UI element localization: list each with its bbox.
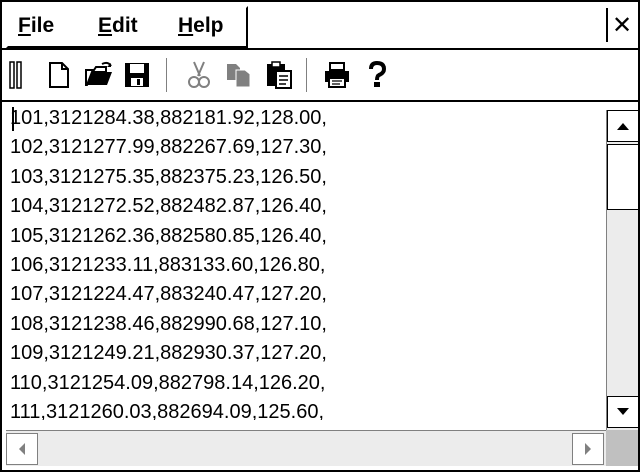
new-document-icon[interactable] (44, 60, 74, 90)
open-folder-icon[interactable] (84, 60, 114, 90)
text-editor[interactable]: 101,3121284.38,882181.92,128.00, 102,312… (6, 104, 604, 420)
text-line: 107,3121224.47,883240.47,127.20, (10, 283, 327, 306)
text-line: 102,3121277.99,882267.69,127.30, (10, 136, 327, 159)
vertical-scrollbar[interactable] (606, 110, 639, 430)
scroll-left-button[interactable] (6, 433, 38, 465)
text-line: 108,3121238.46,882990.68,127.10, (10, 312, 327, 335)
close-icon: ✕ (611, 11, 633, 39)
menu-edit[interactable]: Edit (98, 14, 138, 38)
text-line: 101,3121284.38,882181.92,128.00, (10, 107, 327, 129)
scroll-up-button[interactable] (607, 110, 639, 142)
print-icon[interactable] (322, 60, 352, 90)
cut-icon[interactable] (184, 60, 214, 90)
menu-file[interactable]: File (18, 14, 54, 38)
grip-handle-icon[interactable] (8, 60, 24, 90)
text-line: 103,3121275.35,882375.23,126.50, (10, 165, 327, 188)
scroll-down-button[interactable] (607, 396, 639, 428)
copy-icon[interactable] (224, 60, 254, 90)
horizontal-scrollbar[interactable] (6, 430, 606, 466)
toolbar-separator (306, 58, 308, 92)
arrow-up-icon (617, 123, 629, 130)
help-icon[interactable] (362, 60, 392, 90)
text-cursor (12, 107, 14, 131)
arrow-left-icon (19, 443, 25, 455)
scrollbar-corner (606, 430, 638, 466)
paste-icon[interactable] (264, 60, 294, 90)
save-icon[interactable] (122, 60, 152, 90)
text-line: 109,3121249.21,882930.37,127.20, (10, 342, 327, 365)
menu-help[interactable]: Help (178, 14, 224, 38)
vertical-scroll-thumb[interactable] (607, 144, 639, 210)
toolbar-separator (166, 58, 168, 92)
text-line: 104,3121272.52,882482.87,126.40, (10, 195, 327, 218)
close-button[interactable]: ✕ (606, 8, 636, 42)
toolbar (0, 50, 640, 102)
text-line: 110,3121254.09,882798.14,126.20, (10, 371, 326, 394)
arrow-right-icon (585, 443, 591, 455)
text-line: 111,3121260.03,882694.09,125.60, (10, 400, 325, 420)
arrow-down-icon (617, 408, 629, 415)
menu-bar: File Edit Help ✕ (0, 0, 640, 50)
text-line: 105,3121262.36,882580.85,126.40, (10, 224, 327, 247)
text-line: 106,3121233.11,883133.60,126.80, (10, 253, 326, 276)
menu-group: File Edit Help (6, 6, 248, 48)
scroll-right-button[interactable] (572, 433, 604, 465)
